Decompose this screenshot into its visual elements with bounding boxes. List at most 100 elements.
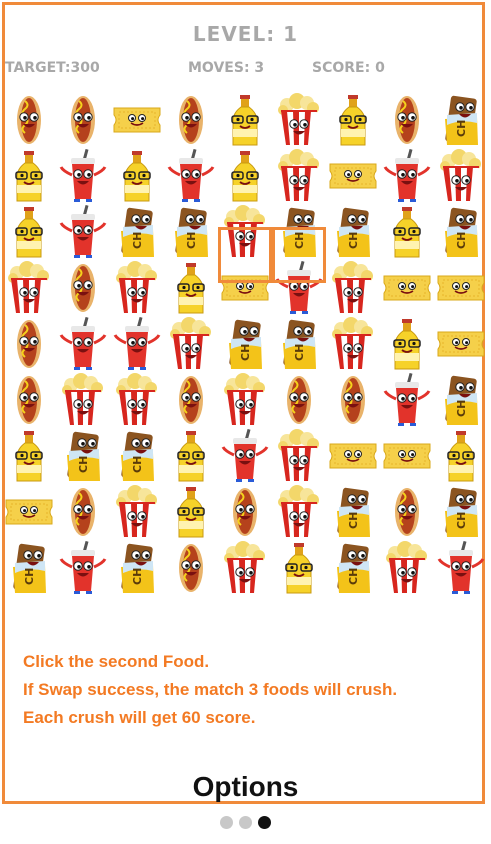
tile-beer-icon[interactable]: [327, 93, 379, 147]
moves-label: MOVES: 3: [188, 60, 265, 76]
tile-popcorn-icon[interactable]: [381, 541, 433, 595]
tile-hotdog-icon[interactable]: [57, 485, 109, 539]
tile-hotdog-icon[interactable]: [165, 93, 217, 147]
tile-soda-icon[interactable]: [57, 205, 109, 259]
tile-popcorn-icon[interactable]: [219, 541, 271, 595]
svg-text:CH: CH: [455, 232, 468, 249]
tile-hotdog-icon[interactable]: [219, 485, 271, 539]
target-label: TARGET:300: [5, 60, 100, 76]
tile-ticket-icon[interactable]: [381, 429, 433, 483]
tile-beer-icon[interactable]: [381, 317, 433, 371]
tile-ticket-icon[interactable]: [381, 261, 433, 315]
tile-beer-icon[interactable]: [3, 205, 55, 259]
score-label: SCORE: 0: [312, 60, 385, 76]
tile-hotdog-icon[interactable]: [327, 373, 379, 427]
tile-popcorn-icon[interactable]: [273, 485, 325, 539]
tile-beer-icon[interactable]: [111, 149, 163, 203]
tile-beer-icon[interactable]: [165, 429, 217, 483]
tile-hotdog-icon[interactable]: [381, 93, 433, 147]
tile-soda-icon[interactable]: [435, 541, 487, 595]
tile-hotdog-icon[interactable]: [165, 541, 217, 595]
tile-hotdog-icon[interactable]: [3, 373, 55, 427]
tile-choc-icon[interactable]: CH: [327, 485, 379, 539]
tile-popcorn-icon[interactable]: [57, 373, 109, 427]
tile-choc-icon[interactable]: CH: [327, 541, 379, 595]
tile-choc-icon[interactable]: CH: [57, 429, 109, 483]
svg-text:CH: CH: [347, 512, 360, 529]
tile-hotdog-icon[interactable]: [273, 373, 325, 427]
tile-soda-icon[interactable]: [57, 317, 109, 371]
tile-popcorn-icon[interactable]: [111, 261, 163, 315]
tile-beer-icon[interactable]: [381, 205, 433, 259]
tile-choc-icon[interactable]: CH: [111, 205, 163, 259]
svg-text:CH: CH: [23, 568, 36, 585]
tile-hotdog-icon[interactable]: [3, 317, 55, 371]
tile-popcorn-icon[interactable]: [327, 317, 379, 371]
tile-hotdog-icon[interactable]: [57, 261, 109, 315]
tile-beer-icon[interactable]: [219, 93, 271, 147]
page-dot[interactable]: [258, 816, 271, 830]
options-button[interactable]: Options: [0, 771, 491, 803]
selected-tile-highlight: [218, 227, 272, 283]
tile-choc-icon[interactable]: CH: [111, 429, 163, 483]
tile-popcorn-icon[interactable]: [327, 261, 379, 315]
tile-popcorn-icon[interactable]: [435, 149, 487, 203]
page-indicator: [0, 814, 491, 832]
tile-popcorn-icon[interactable]: [273, 149, 325, 203]
tile-choc-icon[interactable]: CH: [327, 205, 379, 259]
tile-soda-icon[interactable]: [57, 541, 109, 595]
svg-text:CH: CH: [347, 232, 360, 249]
tile-popcorn-icon[interactable]: [3, 261, 55, 315]
tile-choc-icon[interactable]: CH: [435, 485, 487, 539]
tile-ticket-icon[interactable]: [327, 149, 379, 203]
tile-popcorn-icon[interactable]: [273, 93, 325, 147]
svg-text:CH: CH: [77, 456, 90, 473]
tile-popcorn-icon[interactable]: [165, 317, 217, 371]
page-dot[interactable]: [220, 816, 233, 830]
tile-hotdog-icon[interactable]: [57, 93, 109, 147]
svg-text:CH: CH: [455, 512, 468, 529]
tile-soda-icon[interactable]: [165, 149, 217, 203]
tile-soda-icon[interactable]: [219, 429, 271, 483]
svg-text:CH: CH: [455, 400, 468, 417]
tile-choc-icon[interactable]: CH: [111, 541, 163, 595]
tile-beer-icon[interactable]: [219, 149, 271, 203]
selected-tile-highlight: [272, 227, 326, 283]
tile-ticket-icon[interactable]: [3, 485, 55, 539]
tile-choc-icon[interactable]: CH: [3, 541, 55, 595]
tile-hotdog-icon[interactable]: [165, 373, 217, 427]
svg-text:CH: CH: [185, 232, 198, 249]
tile-choc-icon[interactable]: CH: [273, 317, 325, 371]
tile-choc-icon[interactable]: CH: [435, 373, 487, 427]
tile-ticket-icon[interactable]: [111, 93, 163, 147]
tile-choc-icon[interactable]: CH: [435, 93, 487, 147]
svg-text:CH: CH: [239, 344, 252, 361]
page-dot[interactable]: [239, 816, 252, 830]
tile-hotdog-icon[interactable]: [3, 93, 55, 147]
tile-popcorn-icon[interactable]: [111, 373, 163, 427]
tile-ticket-icon[interactable]: [435, 317, 487, 371]
tile-hotdog-icon[interactable]: [381, 485, 433, 539]
svg-text:CH: CH: [131, 232, 144, 249]
tile-popcorn-icon[interactable]: [219, 373, 271, 427]
tile-ticket-icon[interactable]: [327, 429, 379, 483]
svg-text:CH: CH: [293, 344, 306, 361]
svg-text:CH: CH: [131, 568, 144, 585]
instruction-line-2: If Swap success, the match 3 foods will …: [23, 680, 398, 699]
tile-beer-icon[interactable]: [165, 261, 217, 315]
tile-choc-icon[interactable]: CH: [165, 205, 217, 259]
tile-soda-icon[interactable]: [381, 373, 433, 427]
tile-popcorn-icon[interactable]: [111, 485, 163, 539]
tile-beer-icon[interactable]: [3, 149, 55, 203]
tile-soda-icon[interactable]: [57, 149, 109, 203]
tile-choc-icon[interactable]: CH: [219, 317, 271, 371]
tile-popcorn-icon[interactable]: [273, 429, 325, 483]
tile-beer-icon[interactable]: [3, 429, 55, 483]
tile-beer-icon[interactable]: [165, 485, 217, 539]
tile-beer-icon[interactable]: [273, 541, 325, 595]
tile-choc-icon[interactable]: CH: [435, 205, 487, 259]
tile-soda-icon[interactable]: [111, 317, 163, 371]
tile-soda-icon[interactable]: [381, 149, 433, 203]
tile-ticket-icon[interactable]: [435, 261, 487, 315]
tile-beer-icon[interactable]: [435, 429, 487, 483]
